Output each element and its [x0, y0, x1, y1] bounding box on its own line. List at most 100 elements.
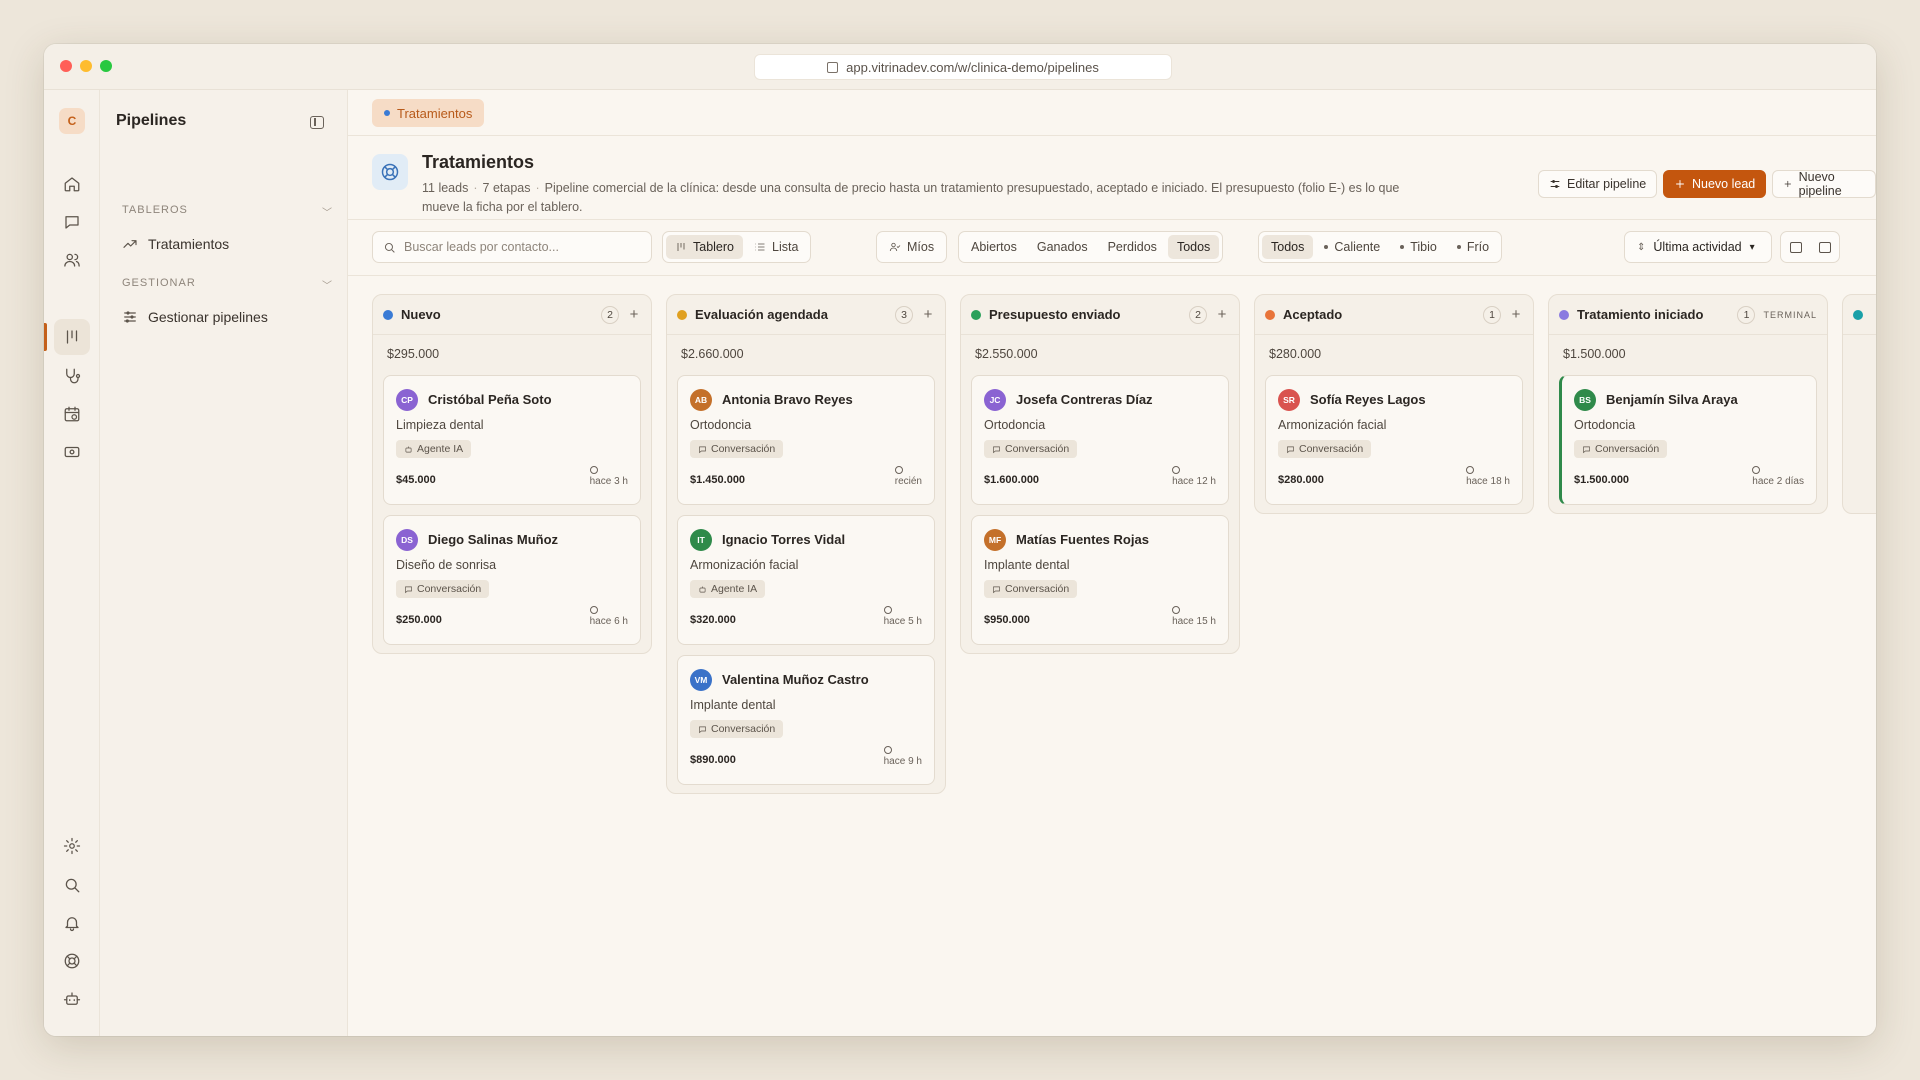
view-board-option[interactable]: Tablero: [666, 235, 743, 259]
last-activity-time: hace 15 h: [1172, 616, 1216, 627]
clock-icon: [883, 606, 892, 614]
last-activity: hace 15 h: [1172, 606, 1216, 627]
calendar-nav[interactable]: [54, 396, 90, 432]
expanded-view-icon[interactable]: [1818, 241, 1831, 253]
browser-window: app.vitrinadev.com/w/clinica-demo/pipeli…: [44, 44, 1876, 1036]
bell-icon: [65, 917, 79, 932]
conversations-nav[interactable]: [54, 204, 90, 240]
chevron-down-icon[interactable]: ﹀: [322, 204, 332, 219]
lead-card[interactable]: AB Antonia Bravo Reyes Ortodoncia Conversac…: [677, 375, 935, 505]
add-lead-icon[interactable]: +: [1509, 306, 1523, 323]
clock-icon: [1466, 466, 1475, 474]
clock-icon: [1172, 606, 1181, 614]
treatment-name: Ortodoncia: [690, 418, 752, 432]
lead-card[interactable]: DS Diego Salinas Muñoz Diseño de sonrisa Co…: [383, 515, 641, 645]
treatment-name: Diseño de sonrisa: [396, 558, 497, 572]
ai-agent-nav[interactable]: [54, 981, 90, 1017]
lead-card[interactable]: SR Sofía Reyes Lagos Armonización facial Co…: [1265, 375, 1523, 505]
status-all-option[interactable]: Todos: [1167, 235, 1220, 259]
pipeline-column: Evaluación agendada 3 + $2.660.000 AB Antonia…: [666, 294, 946, 794]
last-activity-time: recién: [894, 476, 922, 487]
status-won-option[interactable]: Ganados: [1028, 235, 1097, 259]
add-lead-icon[interactable]: +: [1215, 306, 1229, 323]
lead-card[interactable]: VM Valentina Muñoz Castro Implante dental C…: [677, 655, 935, 785]
search-box[interactable]: [372, 231, 652, 263]
minimize-window-button[interactable]: [80, 60, 92, 72]
contact-name: Josefa Contreras Díaz: [1016, 392, 1153, 407]
add-lead-icon[interactable]: +: [627, 306, 641, 323]
chevron-down-icon[interactable]: ﹀: [322, 277, 332, 292]
temperature-cold-option[interactable]: Frío: [1448, 235, 1498, 259]
new-lead-button[interactable]: Nuevo lead: [1663, 170, 1767, 198]
new-pipeline-button[interactable]: Nuevo pipeline: [1772, 170, 1876, 198]
mine-filter-option[interactable]: Míos: [880, 235, 943, 259]
cash-icon: [64, 446, 80, 458]
lead-card[interactable]: BS Benjamín Silva Araya Ortodoncia Conversa…: [1559, 375, 1817, 505]
billing-nav[interactable]: [54, 434, 90, 470]
temperature-hot-option[interactable]: Caliente: [1315, 235, 1389, 259]
sliders-icon: [1550, 180, 1560, 188]
site-info-icon: [827, 61, 839, 73]
temperature-warm-label: Tibio: [1410, 240, 1437, 254]
home-icon: [64, 177, 80, 192]
column-count-badge: 3: [895, 305, 913, 324]
column-total: $2.660.000: [681, 347, 744, 361]
pipelines-nav[interactable]: [54, 319, 90, 355]
sort-select[interactable]: ⇕ Última actividad ▾: [1624, 231, 1772, 263]
contact-name: Ignacio Torres Vidal: [722, 532, 846, 547]
notifications-nav[interactable]: [54, 905, 90, 941]
column-header: [1843, 295, 1876, 335]
home-nav[interactable]: [54, 166, 90, 202]
view-board-label: Tablero: [693, 240, 734, 254]
section-label-boards: TABLEROS: [122, 204, 188, 216]
dot-icon: [1324, 245, 1329, 249]
temperature-warm-option[interactable]: Tibio: [1391, 235, 1446, 259]
bot-icon: [405, 446, 412, 452]
view-list-option[interactable]: Lista: [745, 235, 807, 259]
chat-icon: [993, 446, 1000, 453]
stage-color-dot: [1853, 309, 1863, 320]
help-nav[interactable]: [54, 943, 90, 979]
workspace-logo[interactable]: C: [59, 108, 85, 134]
chat-icon: [993, 586, 1000, 593]
status-open-option[interactable]: Abiertos: [962, 235, 1026, 259]
active-indicator: [44, 323, 47, 351]
sidebar-item-gestionar-pipelines[interactable]: Gestionar pipelines: [122, 309, 268, 325]
sidebar-item-tratamientos[interactable]: Tratamientos: [122, 236, 229, 252]
clock-icon: [1172, 466, 1181, 474]
contacts-nav[interactable]: [54, 242, 90, 278]
treatment-name: Ortodoncia: [984, 418, 1046, 432]
search-input[interactable]: [404, 240, 634, 254]
edit-pipeline-button[interactable]: Editar pipeline: [1538, 170, 1658, 198]
lead-amount: $250.000: [396, 614, 442, 626]
contact-name: Matías Fuentes Rojas: [1016, 532, 1149, 547]
sidebar-item-label: Tratamientos: [148, 236, 230, 252]
stage-color-dot: [677, 309, 687, 320]
treatments-nav[interactable]: [54, 358, 90, 394]
settings-nav[interactable]: [54, 828, 90, 864]
gear-icon: [63, 837, 81, 855]
column-header: Presupuesto enviado 2 +: [961, 295, 1239, 335]
sliders-icon: [124, 311, 136, 323]
add-lead-icon[interactable]: +: [921, 306, 935, 323]
contact-name: Valentina Muñoz Castro: [722, 672, 869, 687]
address-bar[interactable]: app.vitrinadev.com/w/clinica-demo/pipeli…: [754, 54, 1172, 80]
collapse-sidebar-icon[interactable]: [310, 116, 324, 129]
lead-card[interactable]: IT Ignacio Torres Vidal Armonización facia…: [677, 515, 935, 645]
temperature-all-option[interactable]: Todos: [1262, 235, 1314, 259]
tab-tratamientos[interactable]: Tratamientos: [372, 99, 485, 127]
compact-view-icon[interactable]: [1789, 241, 1802, 253]
sort-arrows-icon: ⇕: [1637, 241, 1646, 253]
search-nav[interactable]: [54, 867, 90, 903]
main-content: Tratamientos Tratamientos 11 leads · 7 eta…: [348, 90, 1876, 1036]
mine-filter: Míos: [876, 231, 948, 263]
lead-card[interactable]: JC Josefa Contreras Díaz Ortodoncia Convers…: [971, 375, 1229, 505]
lead-card[interactable]: CP Cristóbal Peña Soto Limpieza dental Agen…: [383, 375, 641, 505]
maximize-window-button[interactable]: [100, 60, 112, 72]
column-title: Nuevo: [401, 307, 441, 322]
status-lost-option[interactable]: Perdidos: [1099, 235, 1166, 259]
source-tag: Conversación: [1574, 440, 1668, 458]
close-window-button[interactable]: [60, 60, 72, 72]
source-tag: Conversación: [690, 720, 784, 738]
lead-card[interactable]: MF Matías Fuentes Rojas Implante dental Con…: [971, 515, 1229, 645]
